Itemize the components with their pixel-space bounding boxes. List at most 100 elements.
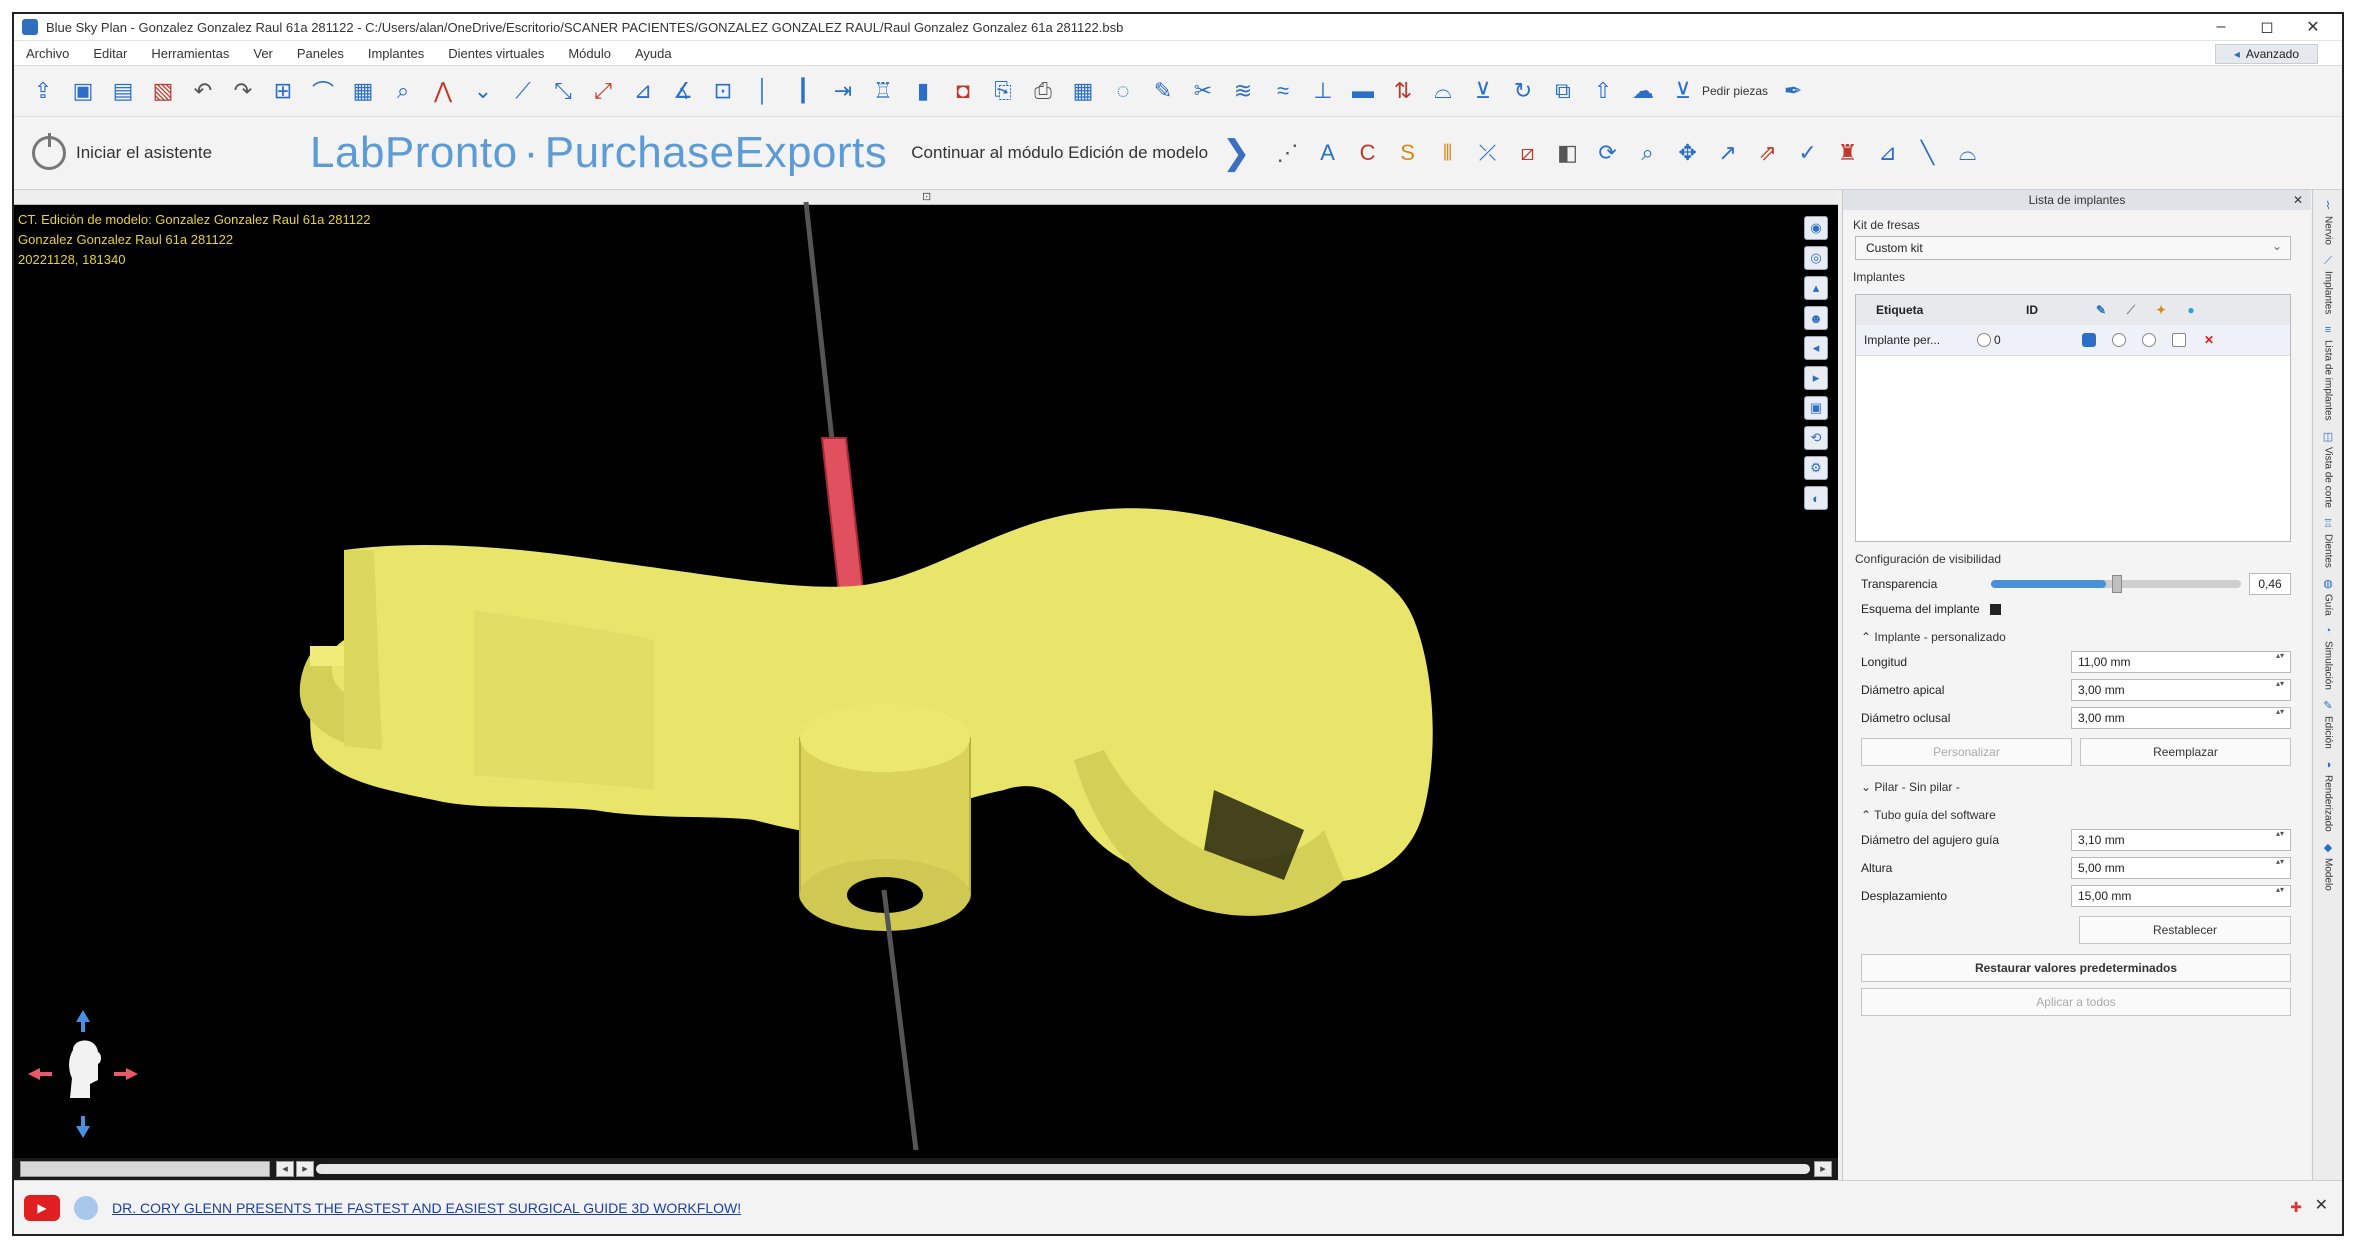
labpronto-logo[interactable]: LabPronto · PurchaseExports	[292, 128, 887, 178]
block-icon[interactable]: ▬	[1348, 76, 1378, 106]
implant-row-lock-icon[interactable]	[1974, 333, 1994, 347]
tab-nervio[interactable]: ⌇ Nervio	[2316, 196, 2340, 249]
refresh-icon[interactable]: ⟳	[1593, 138, 1623, 168]
surface-icon[interactable]: ≋	[1228, 76, 1258, 106]
measure-icon[interactable]: ⊿	[628, 76, 658, 106]
tab-implantes[interactable]: ⟋ Implantes	[2316, 251, 2340, 318]
pen-icon[interactable]: ✒	[1778, 76, 1808, 106]
tab-dientes[interactable]: ♖ Dientes	[2316, 514, 2340, 572]
order-parts-label[interactable]: Pedir piezas	[1702, 84, 1768, 98]
checkmark-icon[interactable]: ✓	[1793, 138, 1823, 168]
view-back-icon[interactable]: ◎	[1804, 246, 1828, 270]
transparency-slider[interactable]	[1991, 575, 2241, 593]
globe-icon[interactable]	[74, 1196, 98, 1220]
save-icon[interactable]: ▤	[108, 76, 138, 106]
tooth-icon[interactable]: ♖	[868, 76, 898, 106]
tab-modelo[interactable]: ◆ Modelo	[2316, 838, 2340, 895]
smooth-icon[interactable]: ≈	[1268, 76, 1298, 106]
text-s-icon[interactable]: S	[1393, 138, 1423, 168]
dome-icon[interactable]: ⌓	[1953, 138, 1983, 168]
post-icon[interactable]: ▮	[908, 76, 938, 106]
text-c-icon[interactable]: C	[1353, 138, 1383, 168]
apply-all-button[interactable]: Aplicar a todos	[1861, 988, 2291, 1016]
view-fit-icon[interactable]: ▣	[1804, 396, 1828, 420]
implant-tool-icon[interactable]: ⟋	[508, 76, 538, 106]
scroll-right-button[interactable]: ▸	[296, 1161, 314, 1177]
bars-icon[interactable]: ⦀	[1433, 138, 1463, 168]
cart-icon[interactable]: ⊻	[1468, 76, 1498, 106]
promo-link[interactable]: DR. CORY GLENN PRESENTS THE FASTEST AND …	[112, 1200, 741, 1216]
tab-simulacion[interactable]: ◔ Simulación	[2316, 621, 2340, 694]
implant-tall-icon[interactable]: ┃	[788, 76, 818, 106]
view-settings-icon[interactable]: ⚙	[1804, 456, 1828, 480]
view-front-icon[interactable]: ◉	[1804, 216, 1828, 240]
restore-defaults-button[interactable]: Restaurar valores predeterminados	[1861, 954, 2291, 982]
upload-icon[interactable]: ⇧	[1588, 76, 1618, 106]
length-field[interactable]: 11,00 mm	[2071, 651, 2291, 673]
undo-icon[interactable]: ↶	[188, 76, 218, 106]
view-left-icon[interactable]: ◂	[1804, 336, 1828, 360]
arc-icon[interactable]: ⌓	[1428, 76, 1458, 106]
align-icon[interactable]: ⇥	[828, 76, 858, 106]
cloud-icon[interactable]: ☁	[1628, 76, 1658, 106]
kit-select[interactable]: Custom kit	[1855, 235, 2291, 260]
menu-ayuda[interactable]: Ayuda	[623, 46, 684, 61]
cross-lines-icon[interactable]: ⤫	[1473, 138, 1503, 168]
grid-icon[interactable]: ▦	[1068, 76, 1098, 106]
panel-close-icon[interactable]: ✕	[2293, 190, 2303, 210]
maximize-button[interactable]: ◻	[2244, 14, 2290, 40]
rotate-icon[interactable]: ↻	[1508, 76, 1538, 106]
tab-guia[interactable]: ◍ Guía	[2316, 574, 2340, 620]
transparency-slider-thumb[interactable]	[2112, 575, 2122, 593]
implant-vertical-icon[interactable]: │	[748, 76, 778, 106]
start-wizard-button[interactable]: Iniciar el asistente	[14, 136, 292, 170]
contrast-icon[interactable]: ◧	[1553, 138, 1583, 168]
order-cart-icon[interactable]: ⊻	[1668, 76, 1698, 106]
close-project-icon[interactable]: ▧	[148, 76, 178, 106]
implant-sleeve-toggle[interactable]	[2104, 333, 2134, 347]
height-field[interactable]: 5,00 mm	[2071, 857, 2291, 879]
volume-icon[interactable]: ▦	[348, 76, 378, 106]
tab-renderizado[interactable]: ◑ Renderizado	[2316, 755, 2340, 836]
sleeve-tool-icon[interactable]: ⤡	[548, 76, 578, 106]
nerve-icon[interactable]: ⋀	[428, 76, 458, 106]
horizontal-scrollbar[interactable]	[316, 1164, 1810, 1174]
slash-box-icon[interactable]: ⧄	[1513, 138, 1543, 168]
continue-chevron-icon[interactable]: ❯	[1208, 133, 1273, 173]
tube-group-header[interactable]: ⌃ Tubo guía del software	[1843, 798, 2311, 826]
tab-vista-corte[interactable]: ◫ Vista de corte	[2316, 427, 2340, 512]
menu-paneles[interactable]: Paneles	[285, 46, 356, 61]
zoom-icon[interactable]: ⌕	[388, 76, 418, 106]
close-window-button[interactable]: ✕	[2290, 14, 2336, 40]
implant-color-swatch[interactable]	[2074, 333, 2104, 347]
notification-icon[interactable]: ✚	[2290, 1199, 2302, 1216]
brush-icon[interactable]: ✎	[1148, 76, 1178, 106]
redo-icon[interactable]: ↷	[228, 76, 258, 106]
scroll-left-button[interactable]: ◂	[276, 1161, 294, 1177]
continue-model-edit-label[interactable]: Continuar al módulo Edición de modelo	[887, 143, 1208, 163]
advanced-mode-button[interactable]: ◂ Avanzado	[2214, 44, 2318, 64]
tab-edicion[interactable]: ✎ Edición	[2316, 696, 2340, 753]
hole-diameter-field[interactable]: 3,10 mm	[2071, 829, 2291, 851]
move-icon[interactable]: ✥	[1673, 138, 1703, 168]
view-eye-icon[interactable]: ◐	[1804, 486, 1828, 510]
export-icon[interactable]: ⎘	[988, 76, 1018, 106]
angle-icon[interactable]: ∡	[668, 76, 698, 106]
import-icon[interactable]: ▣	[68, 76, 98, 106]
menu-dientes-virtuales[interactable]: Dientes virtuales	[436, 46, 556, 61]
view-head-icon[interactable]: ☻	[1804, 306, 1828, 330]
model-icon[interactable]: ◘	[948, 76, 978, 106]
youtube-icon[interactable]: ▶	[24, 1195, 60, 1221]
tab-lista-implantes[interactable]: ≡ Lista de implantes	[2316, 320, 2340, 425]
drill-tool-icon[interactable]: ⤢	[588, 76, 618, 106]
delete-implant-icon[interactable]: ✕	[2194, 333, 2224, 347]
transparency-value[interactable]: 0,46	[2249, 573, 2291, 595]
close-banner-button[interactable]: ✕	[2315, 1195, 2328, 1215]
line-tool-icon[interactable]: ╲	[1913, 138, 1943, 168]
double-arrow-icon[interactable]: ⇗	[1753, 138, 1783, 168]
menu-herramientas[interactable]: Herramientas	[139, 46, 241, 61]
flip-icon[interactable]: ⇅	[1388, 76, 1418, 106]
tooth2-icon[interactable]: ♜	[1833, 138, 1863, 168]
pilar-group-header[interactable]: ⌄ Pilar - Sin pilar -	[1843, 766, 2311, 798]
orientation-head-icon[interactable]	[28, 1010, 138, 1140]
